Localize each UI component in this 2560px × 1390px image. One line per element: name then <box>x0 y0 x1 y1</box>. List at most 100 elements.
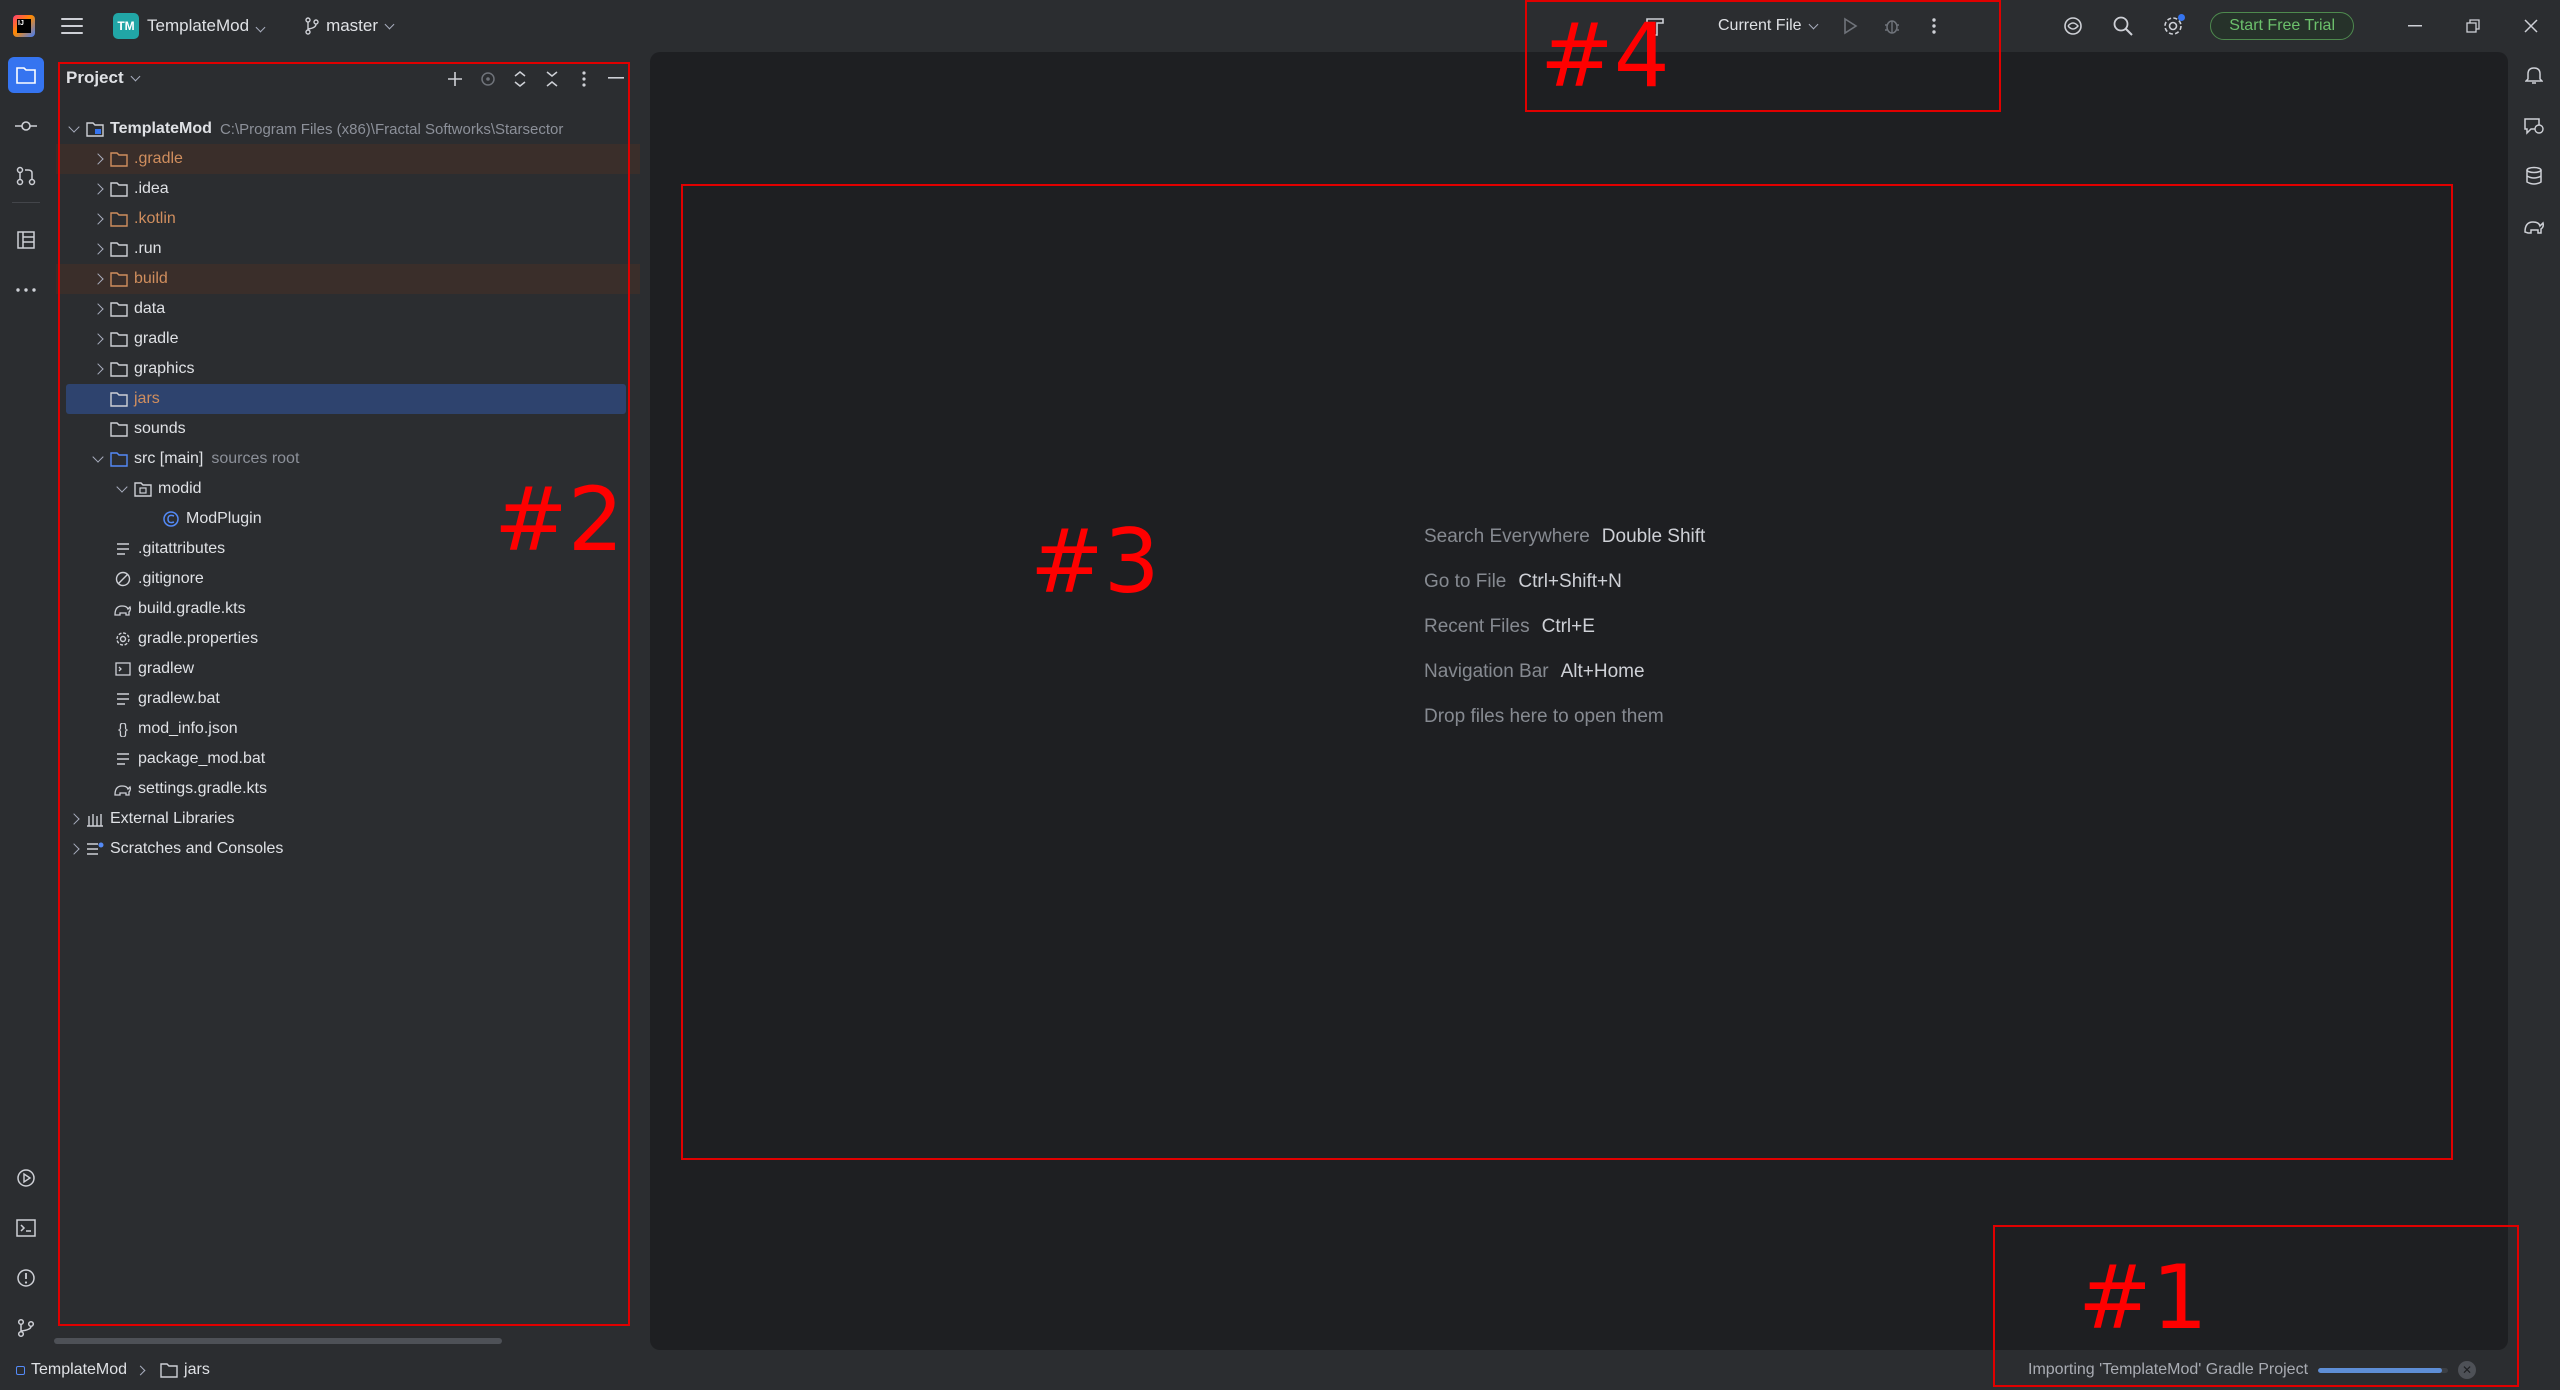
folder-icon <box>108 419 130 439</box>
tree-item-file[interactable]: gradlew.bat <box>56 684 640 714</box>
restore-icon[interactable] <box>2444 0 2502 52</box>
properties-gear-icon <box>112 629 134 649</box>
annotation-label-1: #1 <box>2078 1246 2208 1349</box>
expand-arrow-icon[interactable] <box>88 359 108 379</box>
tree-item-label: data <box>134 300 166 317</box>
project-badge[interactable]: TM <box>113 13 139 39</box>
panel-options-icon[interactable] <box>568 64 600 94</box>
expand-arrow-icon[interactable] <box>64 809 84 829</box>
tree-item-label: ModPlugin <box>186 510 262 527</box>
text-file-icon <box>112 539 134 559</box>
left-tool-stripe <box>0 52 52 1350</box>
tree-item-folder[interactable]: .gradle <box>56 144 640 174</box>
tree-item-label: External Libraries <box>110 810 235 827</box>
progress-bar <box>2318 1367 2449 1373</box>
tree-item-libraries[interactable]: External Libraries <box>56 804 640 834</box>
branch-switcher[interactable]: master <box>304 16 395 36</box>
tree-item-folder[interactable]: build <box>56 264 640 294</box>
tree-item-label: .gradle <box>134 150 183 167</box>
tree-item-folder[interactable]: .kotlin <box>56 204 640 234</box>
horizontal-scrollbar[interactable] <box>54 1338 502 1344</box>
breadcrumb-item-folder[interactable]: jars <box>184 1361 210 1379</box>
folder-icon <box>108 179 130 199</box>
hint-label: Drop files here to open them <box>1424 705 1664 727</box>
cancel-task-icon[interactable]: ✕ <box>2458 1361 2477 1379</box>
tree-item-folder[interactable]: sounds <box>56 414 640 444</box>
run-icon[interactable] <box>1835 11 1865 41</box>
tree-item-folder[interactable]: .run <box>56 234 640 264</box>
expand-arrow-icon[interactable] <box>88 179 108 199</box>
expand-arrow-icon[interactable] <box>112 479 132 499</box>
terminal-icon[interactable] <box>8 1210 44 1246</box>
main-menu-icon[interactable] <box>61 18 83 34</box>
tree-item-folder[interactable]: graphics <box>56 354 640 384</box>
expand-arrow-icon[interactable] <box>88 209 108 229</box>
settings-gear-icon[interactable] <box>2158 11 2188 41</box>
hide-panel-icon[interactable] <box>600 64 632 94</box>
tree-item-folder-selected[interactable]: jars <box>66 384 626 414</box>
empty-editor-hints: Search Everywhere Double Shift Go to File… <box>1424 514 1705 739</box>
ai-chat-icon[interactable] <box>2516 108 2552 144</box>
tree-item-root[interactable]: TemplateMod C:\Program Files (x86)\Fract… <box>56 114 640 144</box>
hint-drop-files: Drop files here to open them <box>1424 694 1705 739</box>
run-config-selector[interactable]: Current File <box>1718 17 1819 35</box>
collapse-all-icon[interactable] <box>536 64 568 94</box>
hint-shortcut: Double Shift <box>1601 525 1706 547</box>
expand-arrow-icon[interactable] <box>88 239 108 259</box>
expand-arrow-icon[interactable] <box>88 149 108 169</box>
breadcrumb-item-project[interactable]: TemplateMod <box>31 1361 127 1379</box>
minimize-icon[interactable] <box>2386 0 2444 52</box>
tree-item-folder[interactable]: .idea <box>56 174 640 204</box>
more-tools-icon[interactable] <box>8 272 44 308</box>
locate-file-icon[interactable] <box>472 64 504 94</box>
expand-arrow-icon[interactable] <box>64 839 84 859</box>
services-icon[interactable] <box>8 1160 44 1196</box>
expand-all-icon[interactable] <box>504 64 536 94</box>
problems-icon[interactable] <box>8 1260 44 1296</box>
expand-arrow-icon[interactable] <box>88 299 108 319</box>
new-file-plus-icon[interactable] <box>440 64 472 94</box>
tree-item-file[interactable]: settings.gradle.kts <box>56 774 640 804</box>
annotation-label-2: #2 <box>494 468 624 571</box>
tree-item-file[interactable]: gradlew <box>56 654 640 684</box>
expand-arrow-icon[interactable] <box>88 449 108 469</box>
pull-requests-icon[interactable] <box>8 158 44 194</box>
source-folder-icon <box>108 449 130 469</box>
ai-assistant-icon[interactable] <box>2058 11 2088 41</box>
progress-bar-fill <box>2318 1367 2442 1373</box>
search-icon[interactable] <box>2108 11 2138 41</box>
hint-label: Navigation Bar <box>1424 660 1549 682</box>
database-icon[interactable] <box>2516 158 2552 194</box>
tree-item-folder[interactable]: gradle <box>56 324 640 354</box>
gradle-elephant-icon[interactable] <box>2516 208 2552 244</box>
start-free-trial-button[interactable]: Start Free Trial <box>2210 12 2354 40</box>
tree-item-file[interactable]: build.gradle.kts <box>56 594 640 624</box>
expand-arrow-icon[interactable] <box>88 269 108 289</box>
project-switcher[interactable]: TemplateMod <box>147 16 266 36</box>
chevron-right-icon <box>135 1365 146 1375</box>
tree-item-file[interactable]: gradle.properties <box>56 624 640 654</box>
tree-item-file[interactable]: {} mod_info.json <box>56 714 640 744</box>
tree-item-label: graphics <box>134 360 195 377</box>
tree-item-folder[interactable]: data <box>56 294 640 324</box>
tree-item-label: gradlew <box>138 660 195 677</box>
more-actions-icon[interactable] <box>1919 11 1949 41</box>
module-icon <box>16 1365 25 1375</box>
debug-icon[interactable] <box>1877 11 1907 41</box>
close-icon[interactable] <box>2502 0 2560 52</box>
hint-shortcut: Alt+Home <box>1560 660 1645 682</box>
expand-arrow-icon[interactable] <box>88 329 108 349</box>
tree-item-scratches[interactable]: Scratches and Consoles <box>56 834 640 864</box>
expand-arrow-icon[interactable] <box>64 119 84 139</box>
annotation-label-4: #4 <box>1540 4 1670 107</box>
commit-tool-icon[interactable] <box>8 108 44 144</box>
tree-item-label: modid <box>158 480 202 497</box>
background-task-progress[interactable]: Importing 'TemplateMod' Gradle Project ✕ <box>2028 1350 2477 1390</box>
excluded-folder-icon <box>108 269 130 289</box>
hint-shortcut: Ctrl+E <box>1541 615 1595 637</box>
tree-item-file[interactable]: package_mod.bat <box>56 744 640 774</box>
git-icon[interactable] <box>8 1310 44 1346</box>
notifications-bell-icon[interactable] <box>2516 57 2552 93</box>
structure-tool-icon[interactable] <box>8 222 44 258</box>
project-tool-icon[interactable] <box>8 57 44 93</box>
